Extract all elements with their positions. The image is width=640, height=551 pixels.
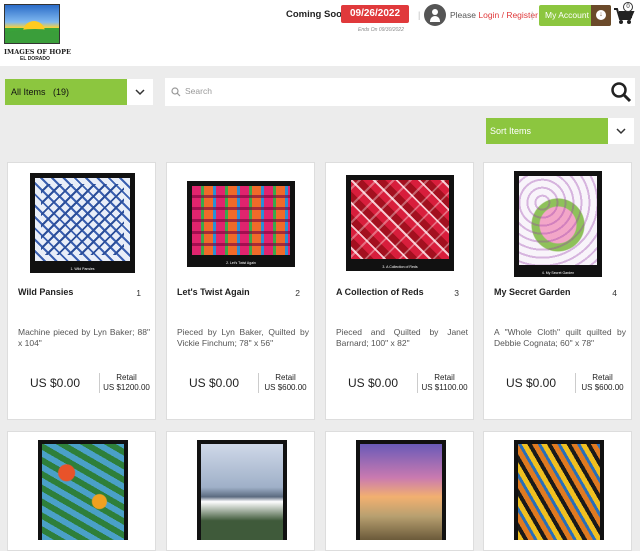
quilt-image[interactable] (197, 440, 287, 540)
search-icon (171, 87, 181, 97)
search-input[interactable]: Search (185, 86, 212, 96)
item-card[interactable]: 1. Wild Pansies Wild Pansies 1 Machine p… (7, 162, 156, 420)
filter-count: (19) (53, 87, 70, 97)
item-number: 1 (136, 288, 141, 298)
item-description: A "Whole Cloth" quilt quilted by Debbie … (494, 327, 626, 348)
quilt-image[interactable]: 2. Let's Twist Again (187, 181, 295, 267)
quilt-caption: 1. Wild Pansies (70, 267, 95, 271)
item-card[interactable] (166, 431, 315, 551)
quilt-caption: 4. My Secret Garden (541, 271, 575, 275)
my-account-button[interactable]: My Account ↓ (539, 5, 611, 26)
item-description: Pieced and Quilted by Janet Barnard; 100… (336, 327, 468, 348)
site-logo[interactable]: IMAGES OF HOPE EL DORADO (4, 4, 71, 62)
user-icon (424, 4, 446, 26)
filter-label: All Items (19) (5, 79, 127, 105)
search-bar[interactable]: Search (165, 78, 635, 106)
quilt-image[interactable] (514, 440, 604, 540)
my-account-label: My Account (545, 10, 589, 20)
item-card[interactable] (325, 431, 474, 551)
auction-date-badge: 09/26/2022 (341, 5, 409, 23)
item-description: Pieced by Lyn Baker, Quilted by Vickie F… (177, 327, 309, 348)
item-card[interactable]: 2. Let's Twist Again Let's Twist Again 2… (166, 162, 315, 420)
sort-label: Sort Items (486, 118, 608, 144)
chevron-down-icon (135, 89, 145, 96)
item-title[interactable]: Let's Twist Again (177, 287, 250, 297)
login-link[interactable]: Login (478, 10, 499, 20)
item-number: 3 (454, 288, 459, 298)
search-submit-icon[interactable] (610, 81, 632, 103)
auction-end-date: Ends On 09/30/2022 (358, 27, 404, 33)
login-prompt: Please Login / Register (450, 10, 538, 20)
retail-value: US $600.00 (264, 383, 307, 392)
quilt-image[interactable]: 4. My Secret Garden (514, 171, 602, 277)
item-description: Machine pieced by Lyn Baker; 88" x 104" (18, 327, 150, 348)
logo-title: IMAGES OF HOPE (4, 48, 71, 56)
cart-count-badge: 0 (623, 2, 633, 12)
retail-label: Retail (275, 373, 296, 382)
item-number: 2 (295, 288, 300, 298)
retail-label: Retail (592, 373, 613, 382)
sort-select[interactable]: Sort Items (486, 118, 634, 144)
item-card[interactable] (7, 431, 156, 551)
chevron-down-icon (616, 128, 626, 135)
item-price: US $0.00 (506, 376, 557, 390)
please-text: Please (450, 10, 476, 20)
quilt-image[interactable] (356, 440, 446, 540)
coming-soon-label: Coming Soon (286, 9, 348, 20)
logo-image (4, 4, 60, 44)
item-title[interactable]: Wild Pansies (18, 287, 73, 297)
retail-price: Retail US $600.00 (258, 373, 312, 393)
category-filter-select[interactable]: All Items (19) (5, 79, 153, 105)
item-title[interactable]: My Secret Garden (494, 287, 571, 297)
retail-price: Retail US $600.00 (575, 373, 629, 393)
retail-value: US $1100.00 (421, 383, 468, 392)
item-price: US $0.00 (189, 376, 240, 390)
item-card[interactable] (483, 431, 632, 551)
quilt-image[interactable]: 1. Wild Pansies (30, 173, 135, 273)
divider: | (418, 10, 421, 20)
quilt-image[interactable] (38, 440, 128, 540)
item-price: US $0.00 (348, 376, 399, 390)
link-separator: / (501, 10, 504, 20)
quilt-caption: 3. A Collection of Reds (382, 265, 418, 269)
quilt-image[interactable]: 3. A Collection of Reds (346, 175, 454, 271)
header: IMAGES OF HOPE EL DORADO Coming Soon 09/… (0, 0, 640, 66)
item-card[interactable]: 4. My Secret Garden My Secret Garden 4 A… (483, 162, 632, 420)
logo-subtitle: EL DORADO (20, 56, 50, 62)
quilt-caption: 2. Let's Twist Again (226, 261, 256, 265)
retail-value: US $600.00 (581, 383, 624, 392)
retail-value: US $1200.00 (103, 383, 150, 392)
retail-label: Retail (116, 373, 137, 382)
arrow-down-circle-icon: ↓ (591, 5, 611, 26)
retail-label: Retail (434, 373, 455, 382)
item-card[interactable]: 3. A Collection of Reds A Collection of … (325, 162, 474, 420)
divider: | (531, 10, 534, 20)
item-price: US $0.00 (30, 376, 81, 390)
retail-price: Retail US $1100.00 (417, 373, 471, 393)
retail-price: Retail US $1200.00 (99, 373, 153, 393)
item-number: 4 (612, 288, 617, 298)
item-title[interactable]: A Collection of Reds (336, 287, 424, 297)
